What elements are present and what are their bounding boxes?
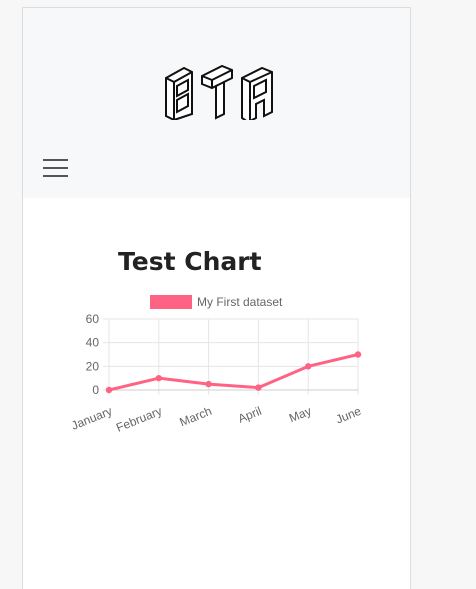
line-chart: My First dataset 0 20 40 60 January February Ma… (69, 295, 364, 435)
x-tick-label: May (287, 404, 313, 425)
data-point (305, 363, 312, 370)
legend-label: My First dataset (197, 295, 283, 309)
logo-letter-t (201, 64, 233, 120)
hamburger-line (43, 175, 68, 177)
hamburger-line (43, 159, 68, 161)
page-heading: Test Chart (118, 247, 262, 276)
y-tick-label: 60 (86, 312, 100, 326)
x-tick-label: June (334, 404, 364, 427)
data-point (105, 386, 113, 394)
hamburger-line (43, 167, 68, 169)
logo-letter-b (165, 66, 193, 120)
site-header (23, 8, 410, 198)
data-point (255, 384, 262, 391)
series-line (108, 353, 359, 392)
x-tick-label: March (178, 404, 214, 429)
logo-letter-a (241, 66, 273, 120)
y-tick-label: 20 (86, 359, 100, 373)
x-tick-label: February (114, 404, 164, 435)
data-point (155, 374, 162, 382)
hamburger-menu-icon[interactable] (43, 159, 68, 178)
site-logo[interactable] (162, 64, 276, 120)
legend-swatch (150, 295, 192, 309)
data-point (205, 380, 212, 388)
y-tick-label: 0 (92, 383, 99, 397)
x-tick-label: January (69, 404, 114, 433)
x-tick-label: April (236, 404, 264, 426)
data-point (354, 351, 362, 358)
y-tick-label: 40 (86, 336, 100, 350)
